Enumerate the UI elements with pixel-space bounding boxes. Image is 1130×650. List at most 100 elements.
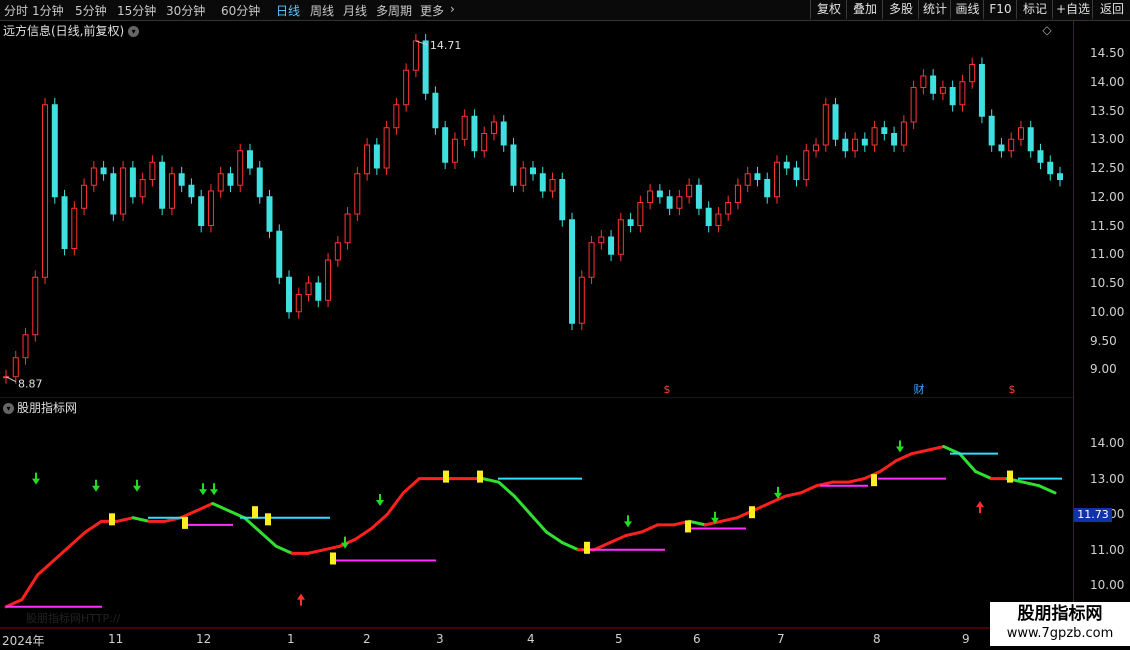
indicator-segment-3 [36, 558, 56, 577]
indicator-segment-48 [751, 502, 771, 513]
toolbar-button-1[interactable]: 叠加 [846, 0, 883, 19]
signal-marker-1 [182, 516, 188, 529]
signal-marker-4 [330, 552, 336, 565]
indicator-segment-41 [640, 523, 660, 534]
indicator-segment-31 [481, 477, 501, 484]
candle-body-26 [256, 167, 263, 198]
toolbar-button-8[interactable]: 返回 [1092, 0, 1130, 19]
candle-body-11 [110, 173, 117, 215]
indicator-segment-17 [258, 530, 278, 548]
candle-body-48 [471, 115, 478, 152]
candle-body-12 [120, 167, 127, 215]
candle-body-49 [481, 133, 488, 152]
tab-8[interactable]: 月线 [343, 2, 367, 19]
candle-body-73 [715, 213, 722, 226]
indicator-segment-36 [560, 541, 580, 552]
indicator-tick-3: 11.00 [1090, 542, 1125, 557]
candle-body-101 [988, 115, 995, 146]
candle-body-85 [832, 104, 839, 140]
candle-body-89 [871, 127, 878, 146]
candle-body-104 [1017, 127, 1024, 140]
candle-body-61 [598, 236, 605, 244]
candle-body-103 [1008, 138, 1015, 152]
candle-body-64 [627, 219, 634, 226]
candle-body-57 [559, 179, 566, 221]
toolbar-button-5[interactable]: F10 [983, 0, 1017, 19]
indicator-segment-5 [68, 530, 87, 548]
candle-body-108 [1057, 173, 1063, 180]
candle-body-84 [822, 104, 829, 146]
indicator-segment-54 [846, 477, 866, 484]
candle-body-10 [100, 167, 107, 175]
toolbar-button-4[interactable]: 画线 [950, 0, 984, 19]
indicator-segment-35 [544, 530, 564, 545]
signal-marker-9 [749, 506, 755, 519]
tab-2[interactable]: 5分钟 [75, 2, 107, 19]
indicator-segment-50 [783, 491, 803, 498]
signal-marker-0 [109, 513, 115, 526]
time-tick-8: 6 [693, 632, 701, 646]
indicator-segment-20 [306, 548, 326, 555]
candle-body-5 [51, 104, 58, 198]
candle-body-20 [198, 196, 205, 226]
watermark: 股朋指标网 www.7gpzb.com [990, 602, 1130, 646]
indicator-tick-4: 10.00 [1090, 578, 1125, 593]
candle-body-6 [61, 196, 68, 249]
indicator-segment-1 [4, 598, 24, 609]
more-arrow-icon[interactable]: › [450, 2, 455, 16]
tab-0[interactable]: 分时 [4, 2, 28, 19]
candle-body-107 [1047, 161, 1054, 175]
candle-body-37 [364, 144, 371, 175]
signal-marker-5 [443, 470, 449, 483]
candle-body-18 [178, 173, 185, 186]
time-tick-9: 7 [777, 632, 785, 646]
signal-marker-2 [252, 506, 258, 519]
candle-body-91 [891, 133, 898, 146]
tab-9[interactable]: 多周期 [376, 2, 412, 19]
tab-3[interactable]: 15分钟 [117, 2, 156, 19]
toolbar-button-3[interactable]: 统计 [918, 0, 951, 19]
candle-body-98 [959, 81, 966, 106]
event-marker-2: $ [1009, 383, 1016, 395]
candle-body-44 [432, 92, 439, 129]
candle-body-2 [22, 334, 29, 359]
candle-body-74 [725, 202, 732, 215]
indicator-segment-60 [942, 445, 962, 456]
tab-5[interactable]: 60分钟 [221, 2, 260, 19]
price-tick-11: 9.00 [1090, 362, 1117, 377]
toolbar-button-6[interactable]: 标记 [1016, 0, 1053, 19]
price-tick-5: 12.00 [1090, 189, 1125, 204]
candle-body-42 [412, 40, 419, 71]
candle-body-79 [773, 161, 780, 198]
tab-7[interactable]: 周线 [310, 2, 334, 19]
indicator-tick-0: 14.00 [1090, 436, 1125, 450]
indicator-segment-39 [608, 534, 628, 545]
candle-body-106 [1037, 150, 1044, 163]
indicator-segment-8 [115, 516, 135, 523]
candle-body-15 [149, 161, 156, 180]
buy-arrow-icon-1 [976, 501, 984, 514]
indicator-segment-58 [910, 448, 930, 456]
candle-body-56 [549, 179, 556, 192]
candle-body-70 [686, 184, 693, 198]
candle-body-99 [969, 64, 976, 83]
indicator-chart[interactable] [0, 397, 1073, 629]
time-tick-7: 5 [615, 632, 623, 646]
candle-body-100 [978, 64, 985, 117]
toolbar-button-2[interactable]: 多股 [882, 0, 919, 19]
candle-body-13 [129, 167, 136, 198]
candle-body-90 [881, 127, 888, 134]
candle-body-95 [930, 75, 937, 94]
time-tick-4: 2 [363, 632, 371, 646]
candlestick-chart[interactable]: 14.71 8.87 $ 财 $ ◇ [0, 20, 1073, 395]
tab-6[interactable]: 日线 [276, 2, 300, 19]
toolbar-button-0[interactable]: 复权 [810, 0, 847, 19]
tab-4[interactable]: 30分钟 [166, 2, 205, 19]
candle-body-17 [168, 173, 175, 209]
indicator-segment-59 [926, 445, 946, 452]
sell-arrow-icon-0 [32, 472, 40, 485]
tab-10[interactable]: 更多 [420, 2, 444, 19]
tab-1[interactable]: 1分钟 [32, 2, 64, 19]
toolbar-button-7[interactable]: +自选 [1052, 0, 1093, 19]
candle-body-21 [207, 190, 214, 226]
